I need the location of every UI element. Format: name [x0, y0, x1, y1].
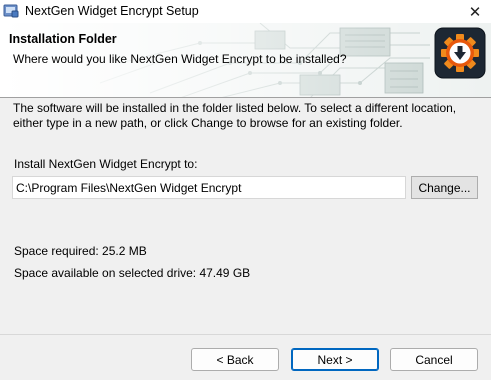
download-gear-icon — [434, 27, 486, 79]
next-button[interactable]: Next > — [291, 348, 379, 371]
change-button[interactable]: Change... — [411, 176, 478, 199]
cancel-button[interactable]: Cancel — [390, 348, 478, 371]
title-bar: NextGen Widget Encrypt Setup ✕ — [0, 0, 491, 23]
install-location-label: Install NextGen Widget Encrypt to: — [14, 157, 198, 171]
close-icon[interactable]: ✕ — [459, 0, 491, 23]
space-required-text: Space required: 25.2 MB — [14, 244, 147, 258]
page-subtitle: Where would you like NextGen Widget Encr… — [13, 52, 347, 66]
footer-divider — [0, 334, 491, 335]
description-text: The software will be installed in the fo… — [13, 101, 457, 130]
install-path-input[interactable] — [12, 176, 406, 199]
page-title: Installation Folder — [9, 32, 117, 46]
installer-icon — [3, 3, 19, 19]
back-button[interactable]: < Back — [191, 348, 279, 371]
space-available-text: Space available on selected drive: 47.49… — [14, 266, 251, 280]
header-banner: Installation Folder Where would you like… — [0, 23, 491, 98]
window-title: NextGen Widget Encrypt Setup — [25, 4, 199, 18]
